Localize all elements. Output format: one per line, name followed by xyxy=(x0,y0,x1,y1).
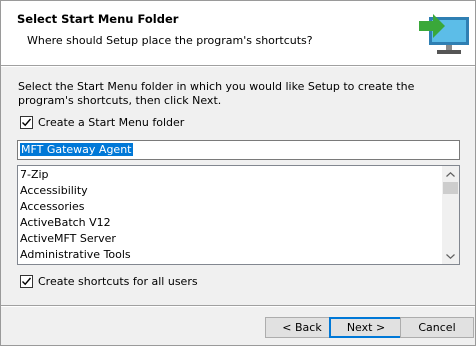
checkmark-icon xyxy=(22,118,32,127)
create-folder-checkbox[interactable] xyxy=(20,116,33,129)
next-button[interactable]: Next > xyxy=(329,317,403,338)
footer-divider xyxy=(1,305,475,307)
list-item[interactable]: Administrative Tools xyxy=(20,247,131,263)
create-folder-label: Create a Start Menu folder xyxy=(38,116,185,129)
page-title: Select Start Menu Folder xyxy=(17,12,179,26)
back-button[interactable]: < Back xyxy=(265,317,339,338)
setup-wizard-window: Select Start Menu Folder Where should Se… xyxy=(0,0,476,346)
checkmark-icon xyxy=(22,277,32,286)
scroll-down-arrow-icon[interactable] xyxy=(442,249,459,263)
folder-list[interactable]: 7-Zip Accessibility Accessories ActiveBa… xyxy=(17,165,460,265)
folder-name-input[interactable]: MFT Gateway Agent xyxy=(17,140,460,160)
list-item[interactable]: Accessories xyxy=(20,199,131,215)
all-users-row[interactable]: Create shortcuts for all users xyxy=(20,275,198,288)
header-divider xyxy=(1,65,475,67)
instructions-text: Select the Start Menu folder in which yo… xyxy=(18,80,415,107)
wizard-header: Select Start Menu Folder Where should Se… xyxy=(1,1,475,65)
list-item[interactable]: ActiveBatch V12 xyxy=(20,215,131,231)
page-subtitle: Where should Setup place the program's s… xyxy=(27,34,313,47)
list-item[interactable]: Accessibility xyxy=(20,183,131,199)
scroll-up-arrow-icon[interactable] xyxy=(442,167,459,181)
cancel-button[interactable]: Cancel xyxy=(400,317,474,338)
vertical-scrollbar[interactable] xyxy=(442,166,459,264)
list-item[interactable]: 7-Zip xyxy=(20,167,131,183)
all-users-checkbox[interactable] xyxy=(20,275,33,288)
scroll-thumb[interactable] xyxy=(443,182,458,194)
computer-with-arrow-icon xyxy=(415,5,473,59)
create-folder-row[interactable]: Create a Start Menu folder xyxy=(20,116,184,129)
folder-list-items: 7-Zip Accessibility Accessories ActiveBa… xyxy=(20,167,131,263)
list-item[interactable]: ActiveMFT Server xyxy=(20,231,131,247)
folder-name-value: MFT Gateway Agent xyxy=(20,143,133,156)
all-users-label: Create shortcuts for all users xyxy=(38,275,198,288)
